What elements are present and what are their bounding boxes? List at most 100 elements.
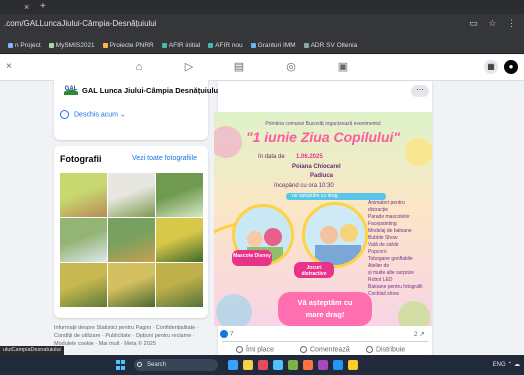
- bookmark-item[interactable]: AFIR initial: [161, 42, 201, 49]
- photo-grid: [60, 173, 203, 307]
- bookmark-item[interactable]: Granturi IMM: [250, 42, 296, 49]
- bookmark-star-icon[interactable]: ☆: [488, 18, 496, 28]
- taskbar-app-icon[interactable]: [288, 360, 298, 370]
- share-button[interactable]: Distribuie: [366, 346, 405, 353]
- address-bar-actions: ▭ ☆ ⋮: [461, 18, 516, 29]
- like-reaction-icon: [220, 330, 228, 338]
- bookmark-favicon-icon: [250, 42, 256, 48]
- photo-thumbnail[interactable]: [156, 263, 203, 307]
- thumbs-up-icon: [236, 346, 243, 353]
- open-status[interactable]: Deschis acum ⌄: [60, 110, 126, 119]
- browser-tab-bar: × +: [0, 0, 524, 14]
- poster-cta-line-1: Vă așteptăm cu: [297, 298, 353, 307]
- gal-logo-text: GAL: [65, 86, 78, 92]
- like-label: Îmi place: [246, 346, 275, 354]
- bookmark-favicon-icon: [208, 42, 214, 48]
- see-all-photos-link[interactable]: Vezi toate fotografiile: [132, 155, 197, 162]
- poster-cta-banner: Vă așteptăm cu mare drag!: [278, 292, 372, 326]
- activity-item: Vată de zahăr: [368, 242, 399, 248]
- messenger-icon[interactable]: ●: [504, 60, 518, 74]
- photo-thumbnail[interactable]: [108, 263, 155, 307]
- shares-count[interactable]: 2 ↗: [414, 330, 425, 338]
- bookmark-label: MySMIS2021: [55, 42, 95, 49]
- open-status-label: Deschis acum: [74, 111, 118, 119]
- bookmarks-bar: n Project MySMIS2021 Proiecte PNRR AFIR ini…: [0, 34, 524, 54]
- photo-thumbnail[interactable]: [156, 218, 203, 262]
- home-icon[interactable]: ⌂: [132, 60, 146, 74]
- bookmark-favicon-icon: [48, 42, 54, 48]
- gal-logo-icon: GAL: [64, 86, 78, 95]
- tag-games: Jocuri distractive: [294, 262, 334, 278]
- photo-thumbnail[interactable]: [156, 173, 203, 217]
- event-poster-image[interactable]: Primăria comunei Bucovăț organizează eve…: [214, 112, 432, 326]
- url-text[interactable]: .com/GALLuncaJiului-Câmpia-Desnățuiului: [4, 19, 157, 28]
- bookmark-label: AFIR initial: [168, 42, 201, 49]
- taskbar-app-icon[interactable]: [303, 360, 313, 370]
- page-title[interactable]: GAL Lunca Jiului-Câmpia Desnățuiului: [82, 86, 220, 95]
- bookmark-item[interactable]: MySMIS2021: [48, 42, 95, 49]
- poster-title: "1 iunie Ziua Copilului": [245, 129, 401, 145]
- bookmark-favicon-icon: [161, 42, 167, 48]
- taskbar-app-icon[interactable]: [258, 360, 268, 370]
- bookmark-label: Granturi IMM: [257, 42, 296, 49]
- gaming-icon[interactable]: ▣: [336, 60, 350, 74]
- tag-disney-mascots: Mascote Disney: [232, 250, 272, 266]
- taskbar-app-icon[interactable]: [243, 360, 253, 370]
- new-tab-icon[interactable]: +: [40, 1, 46, 12]
- taskbar-app-icon[interactable]: [348, 360, 358, 370]
- bookmark-label: n Project: [15, 42, 41, 49]
- bookmark-item[interactable]: ADR SV Oltenia: [303, 42, 358, 49]
- comment-label: Comentează: [310, 346, 350, 354]
- taskbar-app-icon[interactable]: [273, 360, 283, 370]
- photo-thumbnail[interactable]: [108, 173, 155, 217]
- system-tray[interactable]: ENG ⌃ ☁: [493, 361, 520, 368]
- bookmark-item[interactable]: Proiecte PNRR: [102, 42, 154, 49]
- reactions-count: 7: [230, 330, 234, 338]
- photo-thumbnail[interactable]: [108, 218, 155, 262]
- activity-item: Bubble Show: [368, 235, 398, 241]
- post-menu-button[interactable]: ···: [411, 85, 429, 97]
- activity-item: Parade mascotelor: [368, 214, 410, 220]
- link-status-tooltip: uluiCampiaDesnatuiului: [0, 346, 64, 355]
- facebook-top-nav: × ⌂ ▷ ▤ ◎ ▣ ▦ ●: [0, 55, 524, 81]
- taskbar-app-icon[interactable]: [333, 360, 343, 370]
- comment-button[interactable]: Comentează: [300, 346, 350, 353]
- bookmark-label: AFIR nou: [215, 42, 243, 49]
- photo-thumbnail[interactable]: [60, 263, 107, 307]
- like-button[interactable]: Îmi place: [236, 346, 274, 353]
- bookmark-label: ADR SV Oltenia: [310, 42, 358, 49]
- close-tab-icon[interactable]: ×: [24, 2, 29, 12]
- menu-grid-icon[interactable]: ▦: [484, 60, 498, 74]
- extensions-icon[interactable]: ⋮: [507, 18, 516, 28]
- search-icon: [137, 362, 142, 367]
- photos-card: Fotografii Vezi toate fotografiile: [54, 146, 208, 318]
- bookmark-item[interactable]: n Project: [8, 42, 41, 49]
- close-icon[interactable]: ×: [6, 61, 12, 72]
- windows-start-icon[interactable]: [116, 360, 126, 370]
- photo-thumbnail[interactable]: [60, 173, 107, 217]
- share-icon: [366, 346, 373, 353]
- video-icon[interactable]: ▷: [182, 60, 196, 74]
- reactions-summary[interactable]: 7: [220, 330, 234, 338]
- poster-cta-line-2: mare drag!: [305, 310, 345, 319]
- taskbar-app-icon[interactable]: [228, 360, 238, 370]
- footer-links[interactable]: Informații despre Statistici pentru Pagi…: [54, 324, 210, 348]
- photo-thumbnail[interactable]: [60, 218, 107, 262]
- poster-place-1: Poiana Chiocarel: [292, 164, 341, 170]
- activity-item: Animatori pentru: [368, 200, 405, 206]
- taskbar-app-icon[interactable]: [318, 360, 328, 370]
- poster-start-time: începând cu ora 10:30: [274, 183, 334, 189]
- comment-icon: [300, 346, 307, 353]
- cast-icon[interactable]: ▭: [469, 18, 478, 28]
- page-info-card: GAL GAL Lunca Jiului-Câmpia Desnățuiului…: [54, 80, 220, 140]
- marketplace-icon[interactable]: ▤: [232, 60, 246, 74]
- poster-organizer: Primăria comunei Bucovăț organizează eve…: [265, 121, 381, 127]
- bookmark-favicon-icon: [102, 42, 108, 48]
- poster-subtitle: ne așteptăm cu drag: [292, 193, 338, 199]
- groups-icon[interactable]: ◎: [284, 60, 298, 74]
- bookmark-item[interactable]: AFIR nou: [208, 42, 243, 49]
- windows-taskbar: Search ENG ⌃ ☁: [0, 355, 524, 375]
- taskbar-search[interactable]: Search: [134, 359, 218, 371]
- share-label: Distribuie: [376, 346, 406, 354]
- activity-item: Tobogane gonflabile: [368, 256, 413, 262]
